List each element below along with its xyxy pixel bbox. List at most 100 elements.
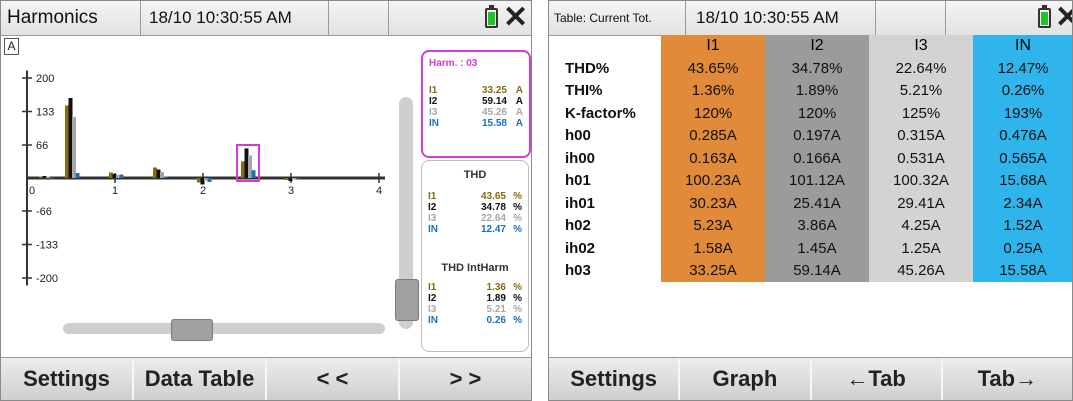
- row-label: h01: [565, 172, 591, 190]
- harm-row-label: IN: [429, 118, 439, 129]
- table-cell: 33.25A: [661, 259, 765, 282]
- harm-row: I3 45.26 A: [429, 107, 523, 118]
- row-label: THI%: [565, 82, 603, 100]
- table-cell: 25.41A: [765, 192, 869, 215]
- table-cell: 193%: [973, 102, 1072, 125]
- thd-row-label: IN: [428, 224, 438, 235]
- close-icon[interactable]: ✕: [1055, 2, 1072, 34]
- thd-row: I2 34.78%: [428, 202, 522, 213]
- harm-row-value: 33.25: [481, 85, 507, 96]
- left-footer-bar: Settings Data Table < < > >: [1, 357, 531, 400]
- harm-row: I1 33.25 A: [429, 85, 523, 96]
- harmonic-bar: [285, 178, 289, 180]
- table-cell: 0.166A: [765, 147, 869, 170]
- thd-row: I3 22.64%: [428, 213, 522, 224]
- timestamp: 18/10 10:30:55 AM: [141, 1, 329, 35]
- table-cell: 43.65%: [661, 57, 765, 80]
- table-cell: 3.86A: [765, 214, 869, 237]
- table-cell: 100.23A: [661, 169, 765, 192]
- table-cell: 0.197A: [765, 124, 869, 147]
- harm-row-value: 59.14: [481, 96, 507, 107]
- row-label: ih02: [565, 239, 596, 257]
- harm-row-label: I2: [429, 96, 438, 107]
- y-tick-label: -133: [36, 240, 58, 252]
- table-cell: 12.47%: [973, 57, 1072, 80]
- thd-title: THD: [463, 169, 487, 181]
- header-empty-cell: [329, 1, 389, 35]
- vertical-scroll-thumb[interactable]: [395, 279, 419, 321]
- thd-row-value: 43.65: [480, 191, 506, 202]
- thd-intharm-row: I3 5.21%: [428, 304, 522, 315]
- table-header-row: I1 I2 I3 IN: [549, 35, 1072, 57]
- harmonic-bar: [75, 173, 80, 178]
- harmonic-bar: [119, 174, 124, 178]
- thd-intharm-row-value: 1.89: [486, 293, 506, 304]
- harmonic-bar: [160, 172, 164, 178]
- header-bar: Table: Current Tot. 18/10 10:30:55 AM ✕: [549, 1, 1072, 36]
- harm-row: I2 59.14 A: [429, 96, 523, 107]
- thd-row-label: I2: [428, 202, 437, 213]
- horizontal-scrollbar[interactable]: [63, 323, 385, 334]
- harmonic-bar: [248, 155, 252, 178]
- thd-row-unit: %: [513, 202, 522, 213]
- harm-row-label: I3: [429, 107, 438, 118]
- thd-intharm-row-value: 5.21: [486, 304, 506, 315]
- graph-button[interactable]: Graph: [680, 358, 812, 400]
- table-cell: 30.23A: [661, 192, 765, 215]
- harmonic-bar: [292, 178, 296, 180]
- table-cell: 5.23A: [661, 214, 765, 237]
- thd-intharm-row-value: 0.26: [486, 315, 506, 326]
- table-cell: 1.25A: [869, 237, 973, 260]
- harmonic-bar: [204, 178, 208, 181]
- table-row: ih02 1.58A 1.45A 1.25A 0.25A: [549, 237, 1072, 260]
- battery-icon: [485, 5, 498, 28]
- table-cell: 120%: [661, 102, 765, 125]
- y-tick-label: 66: [36, 140, 48, 152]
- harmonic-bar: [197, 178, 201, 183]
- harmonic-bar: [153, 167, 157, 178]
- data-table-screen: Table: Current Tot. 18/10 10:30:55 AM ✕ …: [548, 0, 1073, 401]
- thd-intharm-row-label: IN: [428, 315, 438, 326]
- thd-intharm-row-label: I2: [428, 293, 437, 304]
- harmonic-bar: [109, 172, 113, 178]
- timestamp: 18/10 10:30:55 AM: [686, 1, 876, 35]
- thd-intharm-row: IN 0.26%: [428, 315, 522, 326]
- column-header-i3: I3: [869, 35, 973, 57]
- harmonic-bar: [116, 175, 120, 178]
- row-label: K-factor%: [565, 104, 636, 122]
- settings-button[interactable]: Settings: [549, 358, 681, 400]
- table-cell: 0.25A: [973, 237, 1072, 260]
- next-button[interactable]: > >: [400, 358, 531, 400]
- harm-row-label: I1: [429, 85, 438, 96]
- thd-intharm-title: THD IntHarm: [441, 262, 509, 274]
- horizontal-scroll-thumb[interactable]: [171, 319, 213, 341]
- thd-row: I1 43.65%: [428, 191, 522, 202]
- settings-button[interactable]: Settings: [1, 358, 134, 400]
- thd-row-label: I3: [428, 213, 437, 224]
- harm-row-unit: A: [515, 96, 523, 107]
- table-cell: 1.45A: [765, 237, 869, 260]
- harmonic-bar: [46, 176, 50, 178]
- table-row: h02 5.23A 3.86A 4.25A 1.52A: [549, 214, 1072, 237]
- close-icon[interactable]: ✕: [503, 2, 528, 34]
- row-label: h02: [565, 217, 591, 235]
- row-label: h03: [565, 262, 591, 280]
- column-header-i2: I2: [765, 35, 869, 57]
- harmonic-bar: [68, 98, 73, 178]
- harmonic-bar: [39, 176, 43, 178]
- previous-button[interactable]: < <: [267, 358, 400, 400]
- column-header-in: IN: [973, 35, 1072, 57]
- header-bar: Harmonics 18/10 10:30:55 AM ✕: [1, 1, 531, 36]
- harm-row-value: 45.26: [481, 107, 507, 118]
- table-cell: 1.52A: [973, 214, 1072, 237]
- screen-title: Table: Current Tot.: [549, 1, 686, 35]
- previous-tab-button[interactable]: ←Tab: [811, 358, 943, 400]
- thd-intharm-row-unit: %: [513, 315, 522, 326]
- table-row: h03 33.25A 59.14A 45.26A 15.58A: [549, 259, 1072, 282]
- harmonics-bar-chart: 200 133 66 -66 -133 -200 0 1 2 3 4: [22, 70, 385, 286]
- table-cell: 5.21%: [869, 79, 973, 102]
- table-cell: 0.163A: [661, 147, 765, 170]
- data-table-button[interactable]: Data Table: [134, 358, 267, 400]
- next-tab-button[interactable]: Tab→: [942, 358, 1072, 400]
- column-header-i1: I1: [661, 35, 765, 57]
